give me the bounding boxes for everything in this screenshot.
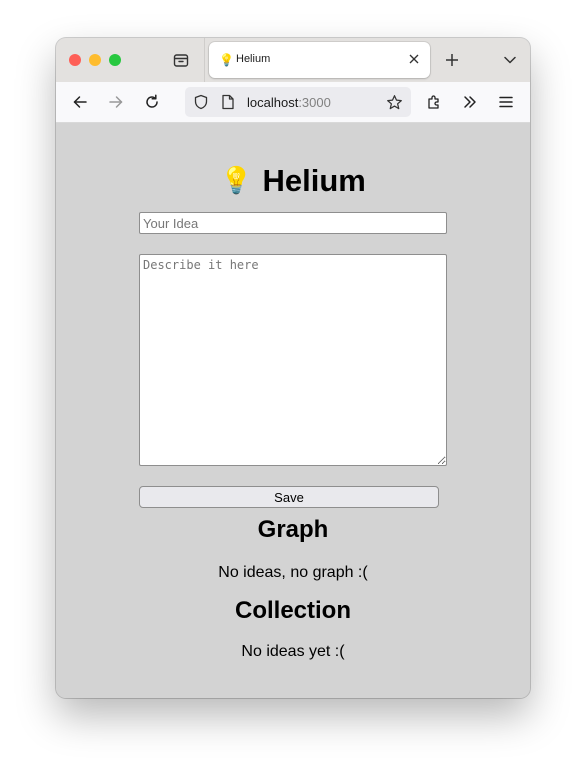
url-port: :3000 (298, 95, 331, 110)
tab-bar: 💡 Helium (56, 38, 530, 82)
tab-close-button[interactable] (407, 52, 421, 66)
list-all-tabs-button[interactable] (499, 49, 521, 71)
new-tab-button[interactable] (441, 49, 463, 71)
browser-window: 💡 Helium localhost:3000 💡 Helium Your Id… (56, 38, 530, 698)
page-icon[interactable] (221, 94, 235, 110)
app-menu-button[interactable] (494, 90, 518, 114)
arrow-left-icon (73, 96, 87, 108)
url-text[interactable]: localhost:3000 (247, 95, 331, 110)
plus-icon (446, 54, 458, 66)
url-host: localhost (247, 95, 299, 110)
tabs-menu-button[interactable] (170, 49, 192, 71)
close-icon (409, 54, 419, 64)
arrow-right-icon (109, 96, 123, 108)
tab-title: Helium (236, 53, 271, 65)
navigation-toolbar: localhost:3000 (56, 82, 530, 123)
idea-input[interactable] (139, 212, 447, 234)
tab-helium[interactable]: 💡 Helium (209, 42, 430, 78)
close-window-button[interactable] (69, 54, 81, 66)
extensions-button[interactable] (422, 90, 446, 114)
maximize-window-button[interactable] (109, 54, 121, 66)
url-bar[interactable]: localhost:3000 (185, 87, 411, 117)
minimize-window-button[interactable] (89, 54, 101, 66)
back-button[interactable] (68, 90, 92, 114)
lightbulb-icon: 💡 (219, 53, 234, 67)
tabs-menu-icon (173, 54, 189, 67)
shield-icon[interactable] (193, 94, 209, 110)
puzzle-icon (428, 95, 439, 109)
overflow-menu-button[interactable] (458, 90, 482, 114)
save-button[interactable]: Save (139, 486, 439, 508)
tab-separator (204, 38, 205, 82)
page-title-text: Helium (262, 163, 366, 198)
reload-button[interactable] (140, 90, 164, 114)
lightbulb-icon: 💡 (220, 165, 253, 195)
collection-heading: Collection (234, 597, 351, 624)
chevron-down-icon (504, 56, 516, 64)
star-icon[interactable] (386, 94, 403, 111)
graph-empty-message: No ideas, no graph :( (218, 564, 368, 581)
forward-button[interactable] (104, 90, 128, 114)
description-textarea[interactable] (139, 254, 447, 466)
reload-icon (146, 94, 158, 108)
collection-empty-message: No ideas yet :( (241, 643, 345, 660)
graph-heading: Graph (257, 516, 329, 543)
double-chevron-icon (464, 96, 476, 108)
page-title: 💡 Helium (56, 161, 530, 200)
hamburger-icon (499, 96, 513, 108)
page-content: 💡 Helium Save Graph No ideas, no graph :(… (56, 123, 530, 698)
